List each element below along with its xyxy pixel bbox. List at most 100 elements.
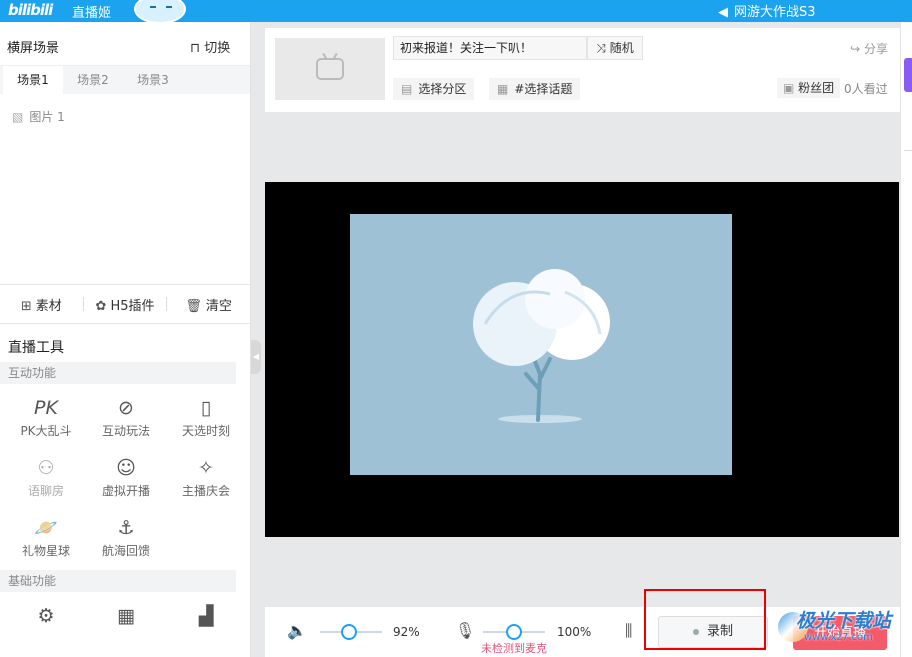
scene-image-source[interactable]	[350, 214, 732, 475]
mic-knob[interactable]	[506, 624, 522, 640]
cover-thumbnail[interactable]	[275, 38, 385, 100]
lock-icon: ⊓	[190, 41, 205, 56]
interactive-tools-grid: PK PK大乱斗 ⊘ 互动玩法 ▯ 天选时刻 ⚇ 语聊房 ☺ 虚拟开播 ✧ 主播庆会 🪐 礼物…	[0, 384, 250, 570]
viewer-count: 0人看过	[844, 82, 888, 96]
mic-warning: 未检测到麦克	[481, 642, 547, 655]
start-live-button[interactable]: 开始直播	[793, 616, 887, 650]
switch-button[interactable]: ⊓ 切换	[190, 37, 230, 56]
switch-label: 切换	[204, 41, 231, 56]
announcement[interactable]: ◀ 网游大作战S3	[718, 1, 816, 20]
tool-label: 互动玩法	[101, 424, 150, 438]
scene-header: 横屏场景 ⊓ 切换	[0, 22, 250, 66]
share-button[interactable]: ↪ 分享	[850, 40, 888, 57]
anchor-icon: ⚓	[117, 517, 135, 539]
trash-icon: 🗑	[185, 298, 202, 314]
tab-scene-3[interactable]: 场景3	[123, 66, 183, 94]
tool-celebration[interactable]: ✧ 主播庆会	[166, 450, 246, 510]
add-material-button[interactable]: ⊞ 素材	[0, 295, 83, 314]
tree-illustration	[473, 269, 610, 423]
tool-label: 航海回馈	[101, 544, 150, 558]
tools-title: 直播工具	[8, 340, 64, 356]
collapse-panel-handle[interactable]: ◀	[251, 340, 261, 374]
party-icon: ✧	[198, 457, 214, 479]
volume-knob[interactable]	[340, 624, 357, 640]
tool-lucky-draw[interactable]: ▯ 天选时刻	[166, 390, 246, 450]
mic-slider[interactable]	[483, 624, 545, 640]
clear-button[interactable]: 🗑 清空	[167, 295, 250, 314]
app-name: 直播姬	[72, 6, 112, 21]
tool-virtual-stream[interactable]: ☺ 虚拟开播	[86, 450, 166, 510]
gear-icon: ⚙	[37, 605, 55, 627]
fan-club-label: 粉丝团	[798, 81, 835, 95]
random-label: 随机	[609, 41, 634, 55]
tool-settings[interactable]: ⚙	[6, 598, 86, 657]
h5-plugin-button[interactable]: ✿ H5插件	[84, 295, 167, 314]
source-label: 图片 1	[29, 110, 65, 124]
category-label: 选择分区	[418, 82, 467, 96]
image-icon: ▧	[12, 110, 24, 124]
basic-section-label: 基础功能	[0, 570, 236, 592]
share-label: 分享	[863, 42, 888, 56]
divider	[904, 150, 912, 151]
users-icon: ⚇	[37, 457, 55, 479]
leaf-icon: ⊘	[118, 397, 134, 419]
plus-icon: ⊞	[20, 298, 32, 314]
announcement-text: 网游大作战S3	[734, 5, 816, 20]
mic-percent: 100%	[557, 625, 592, 639]
avatar-icon: ☺	[116, 457, 136, 479]
card-icon: ▯	[200, 397, 212, 419]
puzzle-icon: ✿	[95, 298, 107, 314]
basic-tools-grid: ⚙ ▦ ▟	[0, 592, 250, 657]
random-title-button[interactable]: ⤨ 随机	[587, 36, 643, 60]
scene-title: 横屏场景	[7, 41, 60, 56]
tool-label: 虚拟开播	[101, 484, 150, 498]
side-tab[interactable]	[904, 58, 912, 92]
document-icon: ▤	[401, 82, 413, 96]
tab-scene-2[interactable]: 场景2	[63, 66, 123, 94]
right-side-strip	[900, 22, 912, 657]
tool-voyage-reward[interactable]: ⚓ 航海回馈	[86, 510, 166, 570]
mixer-icon[interactable]: ⫼	[625, 621, 632, 641]
tool-pk[interactable]: PK PK大乱斗	[6, 390, 86, 450]
shuffle-icon: ⤨	[596, 41, 610, 55]
source-list: ▧ 图片 1	[0, 94, 250, 284]
microphone-icon[interactable]: 🎙	[455, 621, 475, 640]
share-icon: ↪	[850, 42, 864, 56]
add-material-label: 素材	[35, 298, 62, 314]
bilibili-logo: bilibili	[8, 1, 53, 19]
source-actions: ⊞ 素材 ✿ H5插件 🗑 清空	[0, 284, 250, 324]
tool-voice-room[interactable]: ⚇ 语聊房	[6, 450, 86, 510]
bar-chart-icon: ▟	[198, 605, 214, 627]
speaker-icon[interactable]: 🔈	[287, 621, 307, 640]
mascot-image	[134, 0, 186, 24]
topic-label: #选择话题	[514, 82, 573, 96]
fan-club-icon: ▣	[783, 81, 799, 95]
tv-icon	[316, 58, 344, 80]
stream-preview[interactable]	[265, 182, 899, 537]
topic-select[interactable]: ▦ #选择话题	[489, 78, 581, 100]
tool-label: 主播庆会	[181, 484, 230, 498]
record-button[interactable]: 录制	[658, 616, 768, 648]
tool-label: PK大乱斗	[20, 424, 72, 438]
tool-label: 礼物星球	[21, 544, 70, 558]
pk-icon: PK	[34, 397, 58, 419]
tool-boost[interactable]: ▟	[166, 598, 246, 657]
category-select[interactable]: ▤ 选择分区	[393, 78, 475, 100]
tool-label: 天选时刻	[181, 424, 230, 438]
fan-club-button[interactable]: ▣ 粉丝团	[777, 78, 841, 98]
source-item[interactable]: ▧ 图片 1	[12, 108, 238, 125]
tool-schedule[interactable]: ▦	[86, 598, 166, 657]
volume-slider[interactable]	[320, 624, 382, 640]
tool-gift-planet[interactable]: 🪐 礼物星球	[6, 510, 86, 570]
clear-label: 清空	[205, 298, 232, 314]
tool-interactive-play[interactable]: ⊘ 互动玩法	[86, 390, 166, 450]
h5-plugin-label: H5插件	[110, 298, 155, 314]
interactive-section-label: 互动功能	[0, 362, 236, 384]
speaker-icon: ◀	[718, 5, 728, 20]
tab-scene-1[interactable]: 场景1	[3, 66, 63, 94]
record-dot-icon	[692, 628, 699, 635]
stream-title-input[interactable]: 初来报道！关注一下叭！	[393, 36, 587, 60]
scene-tabs: 场景1 场景2 场景3	[0, 66, 250, 94]
planet-icon: 🪐	[34, 517, 58, 539]
stream-info-panel: 初来报道！关注一下叭！ ⤨ 随机 ↪ 分享 ▤ 选择分区 ▦ #选择话题 ▣ 粉丝团…	[265, 28, 900, 112]
